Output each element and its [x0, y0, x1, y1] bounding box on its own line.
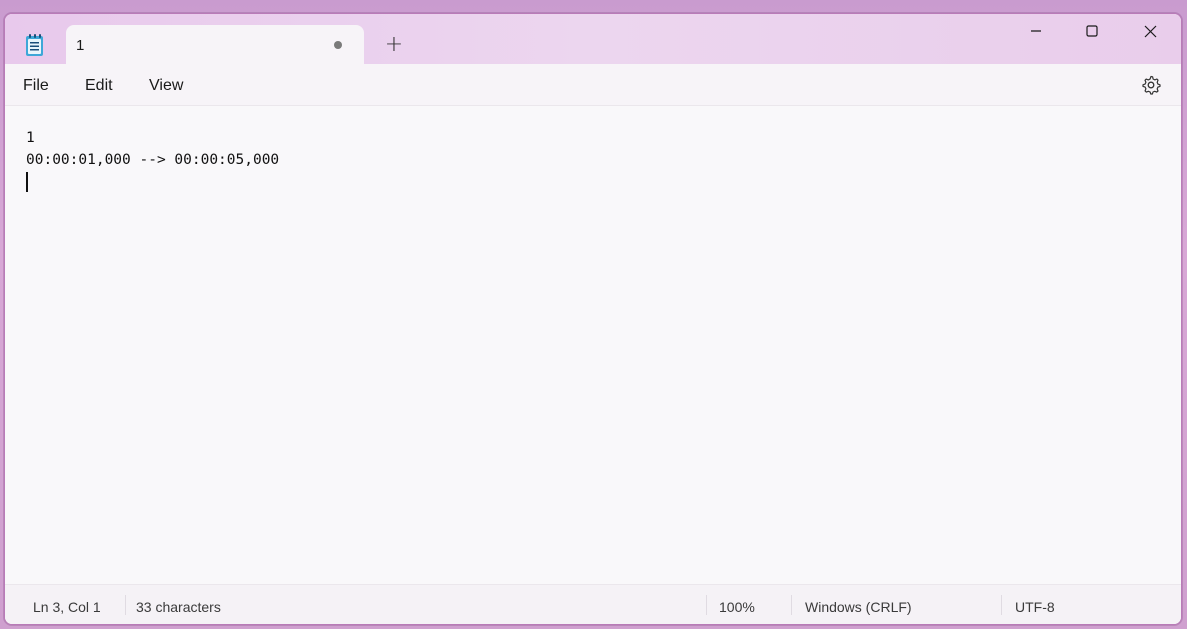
gear-icon[interactable]	[1141, 75, 1161, 95]
minimize-button[interactable]	[1007, 14, 1065, 50]
tab-title: 1	[76, 37, 85, 54]
menu-file[interactable]: File	[23, 77, 49, 95]
maximize-button[interactable]	[1063, 14, 1121, 50]
status-character-count: 33 characters	[136, 599, 221, 615]
new-tab-button[interactable]: +	[383, 34, 405, 58]
notepad-icon	[26, 34, 43, 56]
status-divider	[706, 595, 707, 615]
close-icon	[1144, 25, 1157, 38]
menu-bar: File Edit View	[5, 64, 1181, 106]
editor-line-2: 00:00:01,000 --> 00:00:05,000	[26, 152, 280, 168]
menu-view[interactable]: View	[149, 77, 183, 95]
status-encoding[interactable]: UTF-8	[1015, 599, 1055, 615]
menu-edit[interactable]: Edit	[85, 77, 113, 95]
status-divider	[791, 595, 792, 615]
status-divider	[1001, 595, 1002, 615]
text-caret	[26, 172, 28, 192]
status-zoom[interactable]: 100%	[719, 599, 755, 615]
title-bar[interactable]: 1 +	[5, 14, 1181, 64]
editor-line-1: 1	[26, 130, 35, 146]
close-button[interactable]	[1121, 14, 1179, 50]
status-cursor-position: Ln 3, Col 1	[33, 599, 101, 615]
text-editor[interactable]: 1 00:00:01,000 --> 00:00:05,000	[5, 106, 1181, 584]
status-line-endings[interactable]: Windows (CRLF)	[805, 599, 912, 615]
tab-document[interactable]: 1	[66, 25, 364, 64]
status-bar: Ln 3, Col 1 33 characters 100% Windows (…	[5, 584, 1181, 624]
unsaved-indicator-icon[interactable]	[334, 41, 342, 49]
notepad-window: 1 + File Edit View 1 00:00:01,000 --> 00…	[4, 13, 1182, 625]
status-divider	[125, 595, 126, 615]
maximize-icon	[1086, 25, 1098, 37]
